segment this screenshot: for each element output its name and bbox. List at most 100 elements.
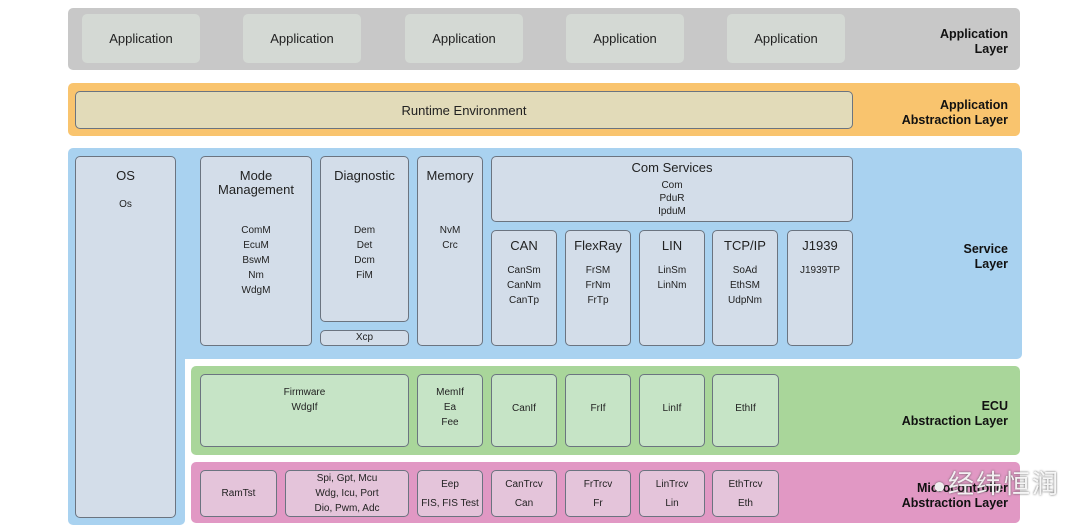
box-item: Com xyxy=(661,180,683,191)
box-items: FrSM FrNm FrTp xyxy=(566,263,630,308)
box-items: RamTst xyxy=(201,486,276,501)
box-item: FIS, FIS Test xyxy=(421,497,479,509)
box-item: Dcm xyxy=(354,255,375,266)
stack-box-can[interactable]: CAN CanSm CanNm CanTp xyxy=(491,230,557,346)
box-title: LIN xyxy=(661,238,683,253)
box-items: EthIf xyxy=(713,401,778,416)
box-item: ComM xyxy=(241,225,271,236)
ecu-box[interactable]: EthIf xyxy=(712,374,779,447)
os-box[interactable]: OS Os xyxy=(75,156,176,518)
box-item: Det xyxy=(356,240,373,251)
application-box[interactable]: Application xyxy=(405,14,523,63)
box-title: Com Services xyxy=(631,160,713,175)
ecu-box[interactable]: LinIf xyxy=(639,374,705,447)
box-items: NvM Crc xyxy=(418,223,482,253)
box-item: Lin xyxy=(665,497,679,509)
box-item: NvM xyxy=(439,225,461,236)
box-item: Nm xyxy=(248,270,264,281)
box-item: EthSM xyxy=(729,280,760,291)
box-item: UdpNm xyxy=(728,295,762,306)
application-box[interactable]: Application xyxy=(243,14,361,63)
application-box[interactable]: Application xyxy=(566,14,684,63)
box-item: SoAd xyxy=(732,265,758,276)
stack-box-lin[interactable]: LIN LinSm LinNm xyxy=(639,230,705,346)
mcal-box[interactable]: Spi, Gpt, Mcu Wdg, Icu, Port Dio, Pwm, Adc xyxy=(285,470,409,517)
box-item: FrSM xyxy=(585,265,611,276)
box-item: FrIf xyxy=(590,403,606,414)
memory-box[interactable]: Memory NvM Crc xyxy=(417,156,483,346)
box-title: Diagnostic xyxy=(334,168,395,183)
mcal-box[interactable]: FrTrcv Fr xyxy=(565,470,631,517)
box-item: Eep xyxy=(441,478,459,490)
box-item: J1939TP xyxy=(799,265,841,276)
box-items: Dem Det Dcm FiM xyxy=(321,223,408,283)
box-item: LinTrcv xyxy=(655,478,689,490)
wechat-icon: ● xyxy=(932,473,948,498)
box-item: FiM xyxy=(356,270,373,281)
box-items: Eep FIS, FIS Test xyxy=(418,475,482,513)
mcal-box[interactable]: RamTst xyxy=(200,470,277,517)
box-items: Os xyxy=(76,197,175,212)
box-items: EthTrcv Eth xyxy=(713,475,778,513)
box-item: CanNm xyxy=(507,280,541,291)
ecu-box[interactable]: CanIf xyxy=(491,374,557,447)
box-items: SoAd EthSM UdpNm xyxy=(713,263,777,308)
box-item: CanSm xyxy=(507,265,541,276)
watermark-text: 经纬恒润 xyxy=(947,469,1060,499)
box-title: Memory xyxy=(426,168,474,183)
mcal-box[interactable]: Eep FIS, FIS Test xyxy=(417,470,483,517)
stack-box-j1939[interactable]: J1939 J1939TP xyxy=(787,230,853,346)
box-item: IpduM xyxy=(658,206,686,217)
box-item: BswM xyxy=(242,255,270,266)
mcal-box[interactable]: LinTrcv Lin xyxy=(639,470,705,517)
diagnostic-box[interactable]: Diagnostic Dem Det Dcm FiM xyxy=(320,156,409,322)
box-items: LinTrcv Lin xyxy=(640,475,704,513)
box-item: WdgIf xyxy=(291,402,318,413)
box-title: TCP/IP xyxy=(724,238,766,253)
box-item: RamTst xyxy=(221,488,256,499)
box-title: CAN xyxy=(510,238,538,253)
service-layer-label: Service Layer xyxy=(963,242,1008,271)
watermark: ●经纬恒润 xyxy=(900,464,1060,500)
box-item: CanIf xyxy=(512,403,536,414)
ecu-box[interactable]: Firmware WdgIf xyxy=(200,374,409,447)
box-item: Eth xyxy=(737,497,753,509)
mode-management-box[interactable]: Mode Management ComM EcuM BswM Nm WdgM xyxy=(200,156,312,346)
box-item: FrTp xyxy=(587,295,609,306)
box-item: Wdg, Icu, Port xyxy=(315,488,379,499)
application-layer-label: Application Layer xyxy=(939,27,1008,56)
xcp-box[interactable]: Xcp xyxy=(320,330,409,346)
box-items: LinIf xyxy=(640,401,704,416)
runtime-environment[interactable]: Runtime Environment xyxy=(75,91,853,129)
mcal-box[interactable]: EthTrcv Eth xyxy=(712,470,779,517)
box-item: Dem xyxy=(353,225,376,236)
ecu-box[interactable]: MemIf Ea Fee xyxy=(417,374,483,447)
box-item: LinIf xyxy=(662,403,682,414)
box-item: CanTrcv xyxy=(505,478,543,490)
application-box[interactable]: Application xyxy=(82,14,200,63)
box-items: Spi, Gpt, Mcu Wdg, Icu, Port Dio, Pwm, Adc xyxy=(286,471,408,516)
box-item: LinSm xyxy=(657,265,687,276)
box-items: FrIf xyxy=(566,401,630,416)
box-items: CanSm CanNm CanTp xyxy=(492,263,556,308)
box-items: ComM EcuM BswM Nm WdgM xyxy=(201,223,311,298)
box-item: LinNm xyxy=(657,280,687,291)
box-item: Firmware xyxy=(283,387,326,398)
box-item: Os xyxy=(119,199,132,210)
mcal-box[interactable]: CanTrcv Can xyxy=(491,470,557,517)
box-items: Com PduR IpduM xyxy=(492,179,852,218)
com-services-box[interactable]: Com Services Com PduR IpduM xyxy=(491,156,853,222)
stack-box-tcpip[interactable]: TCP/IP SoAd EthSM UdpNm xyxy=(712,230,778,346)
box-items: MemIf Ea Fee xyxy=(418,385,482,430)
box-item: FrNm xyxy=(585,280,611,291)
box-item: Can xyxy=(514,497,534,509)
box-item: CanTp xyxy=(508,295,539,306)
ecu-abstraction-layer-label: ECU Abstraction Layer xyxy=(901,399,1008,428)
box-item: Crc xyxy=(442,240,458,251)
ecu-box[interactable]: FrIf xyxy=(565,374,631,447)
application-box[interactable]: Application xyxy=(727,14,845,63)
box-item: Dio, Pwm, Adc xyxy=(314,503,380,514)
stack-box-flexray[interactable]: FlexRay FrSM FrNm FrTp xyxy=(565,230,631,346)
box-title: OS xyxy=(116,168,135,183)
box-item: EcuM xyxy=(243,240,269,251)
